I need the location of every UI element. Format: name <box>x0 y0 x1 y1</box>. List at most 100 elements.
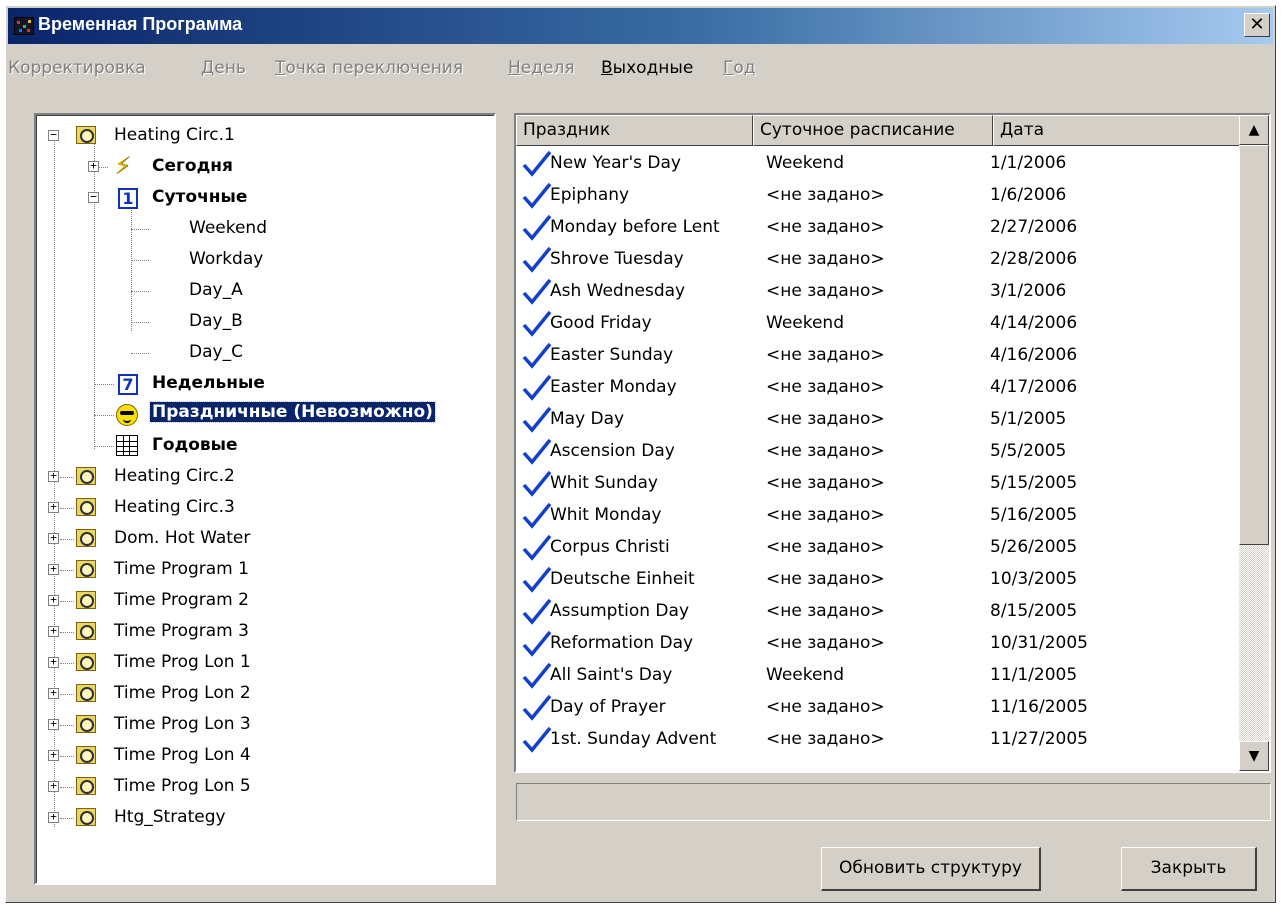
tree-node-heating-circ-3[interactable]: + Heating Circ.3 <box>36 493 486 524</box>
checkmark-icon[interactable] <box>522 150 552 178</box>
tree-node-time-prog-lon-1[interactable]: + Time Prog Lon 1 <box>36 648 486 679</box>
table-row[interactable]: 1st. Sunday Advent <не задано> 11/27/2005 <box>516 724 1236 756</box>
holiday-list[interactable]: Праздник Суточное расписание Дата New Ye… <box>514 113 1271 773</box>
table-row[interactable]: Assumption Day <не задано> 8/15/2005 <box>516 596 1236 628</box>
checkmark-icon[interactable] <box>522 566 552 594</box>
tree-node-weekend[interactable]: Weekend <box>36 214 486 245</box>
expand-icon[interactable]: + <box>48 470 59 482</box>
table-row[interactable]: Ascension Day <не задано> 5/5/2005 <box>516 436 1236 468</box>
schedule-value: <не задано> <box>766 473 885 493</box>
menu-tochka[interactable]: Точка переключения <box>275 58 463 78</box>
tree-node-htg-strategy[interactable]: + Htg_Strategy <box>36 803 486 834</box>
table-row[interactable]: All Saint's Day Weekend 11/1/2005 <box>516 660 1236 692</box>
tree-node-workday[interactable]: Workday <box>36 245 486 276</box>
column-label: Суточное расписание <box>760 120 955 140</box>
expand-icon[interactable]: + <box>48 687 59 699</box>
tree-node-time-program-1[interactable]: + Time Program 1 <box>36 555 486 586</box>
column-header-date[interactable]: Дата <box>993 115 1240 146</box>
scroll-down-button[interactable]: ▼ <box>1239 741 1269 771</box>
expand-icon[interactable]: + <box>48 749 59 761</box>
table-row[interactable]: Easter Sunday <не задано> 4/16/2006 <box>516 340 1236 372</box>
column-header-schedule[interactable]: Суточное расписание <box>753 115 993 146</box>
expand-icon[interactable]: + <box>48 811 59 823</box>
tree-node-day-c[interactable]: Day_C <box>36 338 486 369</box>
checkmark-icon[interactable] <box>522 246 552 274</box>
table-row[interactable]: Shrove Tuesday <не задано> 2/28/2006 <box>516 244 1236 276</box>
tree-node-yearly[interactable]: Годовые <box>36 431 486 462</box>
expand-icon[interactable]: + <box>88 160 99 172</box>
tree-node-today[interactable]: + ⚡ Сегодня <box>36 152 486 183</box>
table-row[interactable]: Ash Wednesday <не задано> 3/1/2006 <box>516 276 1236 308</box>
tree-line <box>94 446 114 447</box>
checkmark-icon[interactable] <box>522 694 552 722</box>
vertical-scrollbar[interactable]: ▲ ▼ <box>1239 115 1269 771</box>
tree-node-time-program-3[interactable]: + Time Program 3 <box>36 617 486 648</box>
tree-node-weekly[interactable]: 7 Недельные <box>36 369 486 400</box>
tree-node-time-program-2[interactable]: + Time Program 2 <box>36 586 486 617</box>
refresh-structure-button[interactable]: Обновить структуру <box>821 847 1041 891</box>
tree-node-heating-circ-1[interactable]: − Heating Circ.1 <box>36 121 486 152</box>
table-row[interactable]: Reformation Day <не задано> 10/31/2005 <box>516 628 1236 660</box>
table-row[interactable]: New Year's Day Weekend 1/1/2006 <box>516 148 1236 180</box>
close-window-button[interactable]: ✕ <box>1244 13 1270 37</box>
checkmark-icon[interactable] <box>522 214 552 242</box>
checkmark-icon[interactable] <box>522 374 552 402</box>
tree-node-time-prog-lon-3[interactable]: + Time Prog Lon 3 <box>36 710 486 741</box>
tree-node-holidays[interactable]: Праздничные (Невозможно) <box>36 400 486 431</box>
table-row[interactable]: Whit Sunday <не задано> 5/15/2005 <box>516 468 1236 500</box>
table-row[interactable]: Day of Prayer <не задано> 11/16/2005 <box>516 692 1236 724</box>
table-row[interactable]: Good Friday Weekend 4/14/2006 <box>516 308 1236 340</box>
collapse-icon[interactable]: − <box>48 129 59 141</box>
column-header-holiday[interactable]: Праздник <box>516 115 753 146</box>
checkmark-icon[interactable] <box>522 278 552 306</box>
tree-node-heating-circ-2[interactable]: + Heating Circ.2 <box>36 462 486 493</box>
expand-icon[interactable]: + <box>48 656 59 668</box>
tree-node-label: Workday <box>189 249 264 269</box>
checkmark-icon[interactable] <box>522 438 552 466</box>
checkmark-icon[interactable] <box>522 502 552 530</box>
program-tree[interactable]: − Heating Circ.1 + ⚡ Сегодня − 1 Суточны… <box>34 113 496 885</box>
expand-icon[interactable]: + <box>48 780 59 792</box>
expand-icon[interactable]: + <box>48 532 59 544</box>
table-row[interactable]: Deutsche Einheit <не задано> 10/3/2005 <box>516 564 1236 596</box>
tree-node-dom-hot-water[interactable]: + Dom. Hot Water <box>36 524 486 555</box>
close-button[interactable]: Закрыть <box>1121 847 1257 891</box>
checkmark-icon[interactable] <box>522 182 552 210</box>
checkmark-icon[interactable] <box>522 470 552 498</box>
expand-icon[interactable]: + <box>48 718 59 730</box>
checkmark-icon[interactable] <box>522 342 552 370</box>
tree-node-daily[interactable]: − 1 Суточные <box>36 183 486 214</box>
table-row[interactable]: Corpus Christi <не задано> 5/26/2005 <box>516 532 1236 564</box>
table-row[interactable]: Whit Monday <не задано> 5/16/2005 <box>516 500 1236 532</box>
checkmark-icon[interactable] <box>522 630 552 658</box>
expand-icon[interactable]: + <box>48 563 59 575</box>
checkmark-icon[interactable] <box>522 534 552 562</box>
table-row[interactable]: Monday before Lent <не задано> 2/27/2006 <box>516 212 1236 244</box>
title-bar[interactable]: Временная Программа ✕ <box>8 8 1273 44</box>
scroll-up-button[interactable]: ▲ <box>1239 115 1269 145</box>
menu-god[interactable]: Год <box>723 58 756 78</box>
tree-node-time-prog-lon-4[interactable]: + Time Prog Lon 4 <box>36 741 486 772</box>
expand-icon[interactable]: + <box>48 625 59 637</box>
tree-node-day-a[interactable]: Day_A <box>36 276 486 307</box>
expand-icon[interactable]: + <box>48 594 59 606</box>
checkmark-icon[interactable] <box>522 726 552 754</box>
menu-den[interactable]: День <box>201 58 246 78</box>
checkmark-icon[interactable] <box>522 598 552 626</box>
menu-nedelya[interactable]: Неделя <box>508 58 575 78</box>
table-row[interactable]: Easter Monday <не задано> 4/17/2006 <box>516 372 1236 404</box>
collapse-icon[interactable]: − <box>88 191 99 203</box>
checkmark-icon[interactable] <box>522 406 552 434</box>
checkmark-icon[interactable] <box>522 662 552 690</box>
table-row[interactable]: May Day <не задано> 5/1/2005 <box>516 404 1236 436</box>
tree-node-time-prog-lon-2[interactable]: + Time Prog Lon 2 <box>36 679 486 710</box>
expand-icon[interactable]: + <box>48 501 59 513</box>
tree-node-day-b[interactable]: Day_B <box>36 307 486 338</box>
table-row[interactable]: Epiphany <не задано> 1/6/2006 <box>516 180 1236 212</box>
menu-vyhodnye[interactable]: Выходные <box>601 58 693 78</box>
menu-korrektirovka[interactable]: Корректировка <box>8 58 146 78</box>
tree-node-time-prog-lon-5[interactable]: + Time Prog Lon 5 <box>36 772 486 803</box>
checkmark-icon[interactable] <box>522 310 552 338</box>
holiday-name: May Day <box>550 409 625 429</box>
scroll-thumb[interactable] <box>1239 145 1269 545</box>
